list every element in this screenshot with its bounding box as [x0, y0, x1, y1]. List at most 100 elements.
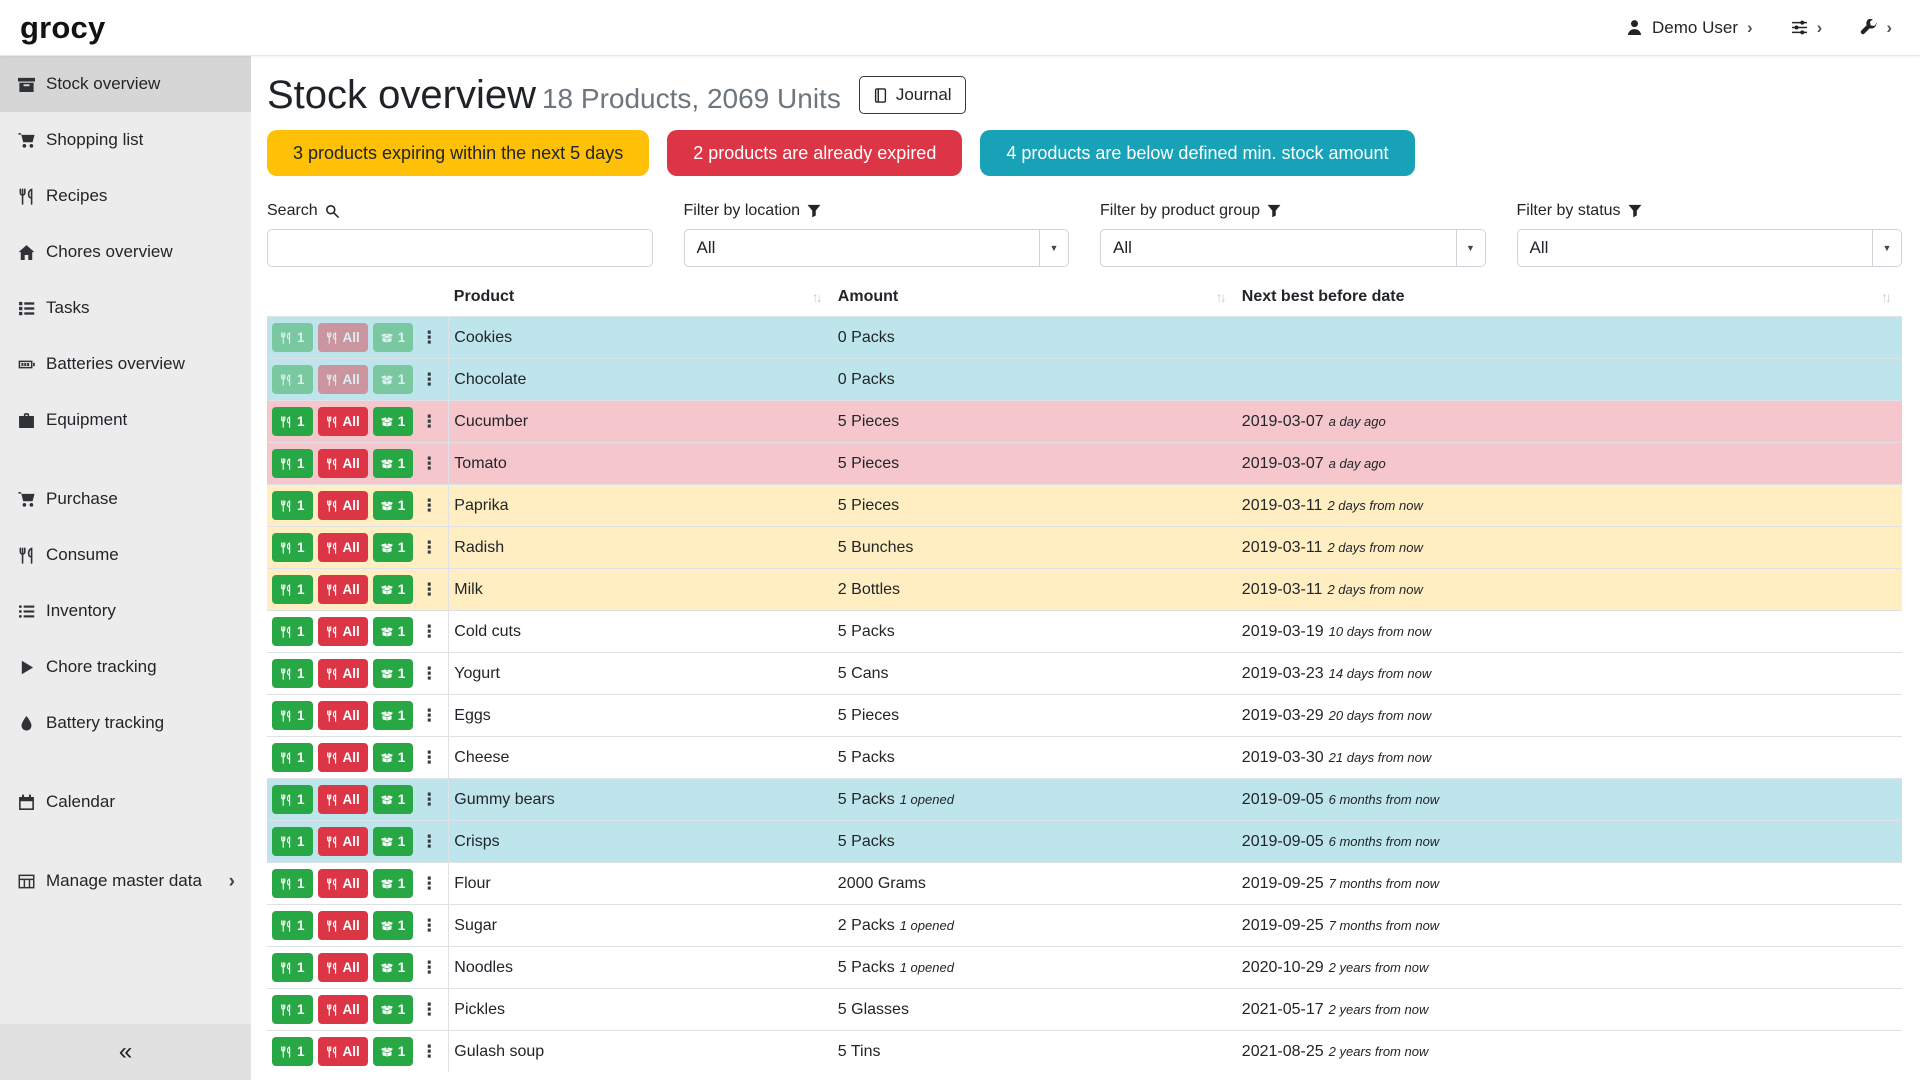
sidebar-item-inventory[interactable]: Inventory [0, 583, 251, 639]
consume-one-button[interactable]: 1 [272, 701, 313, 730]
sidebar-item-recipes[interactable]: Recipes [0, 168, 251, 224]
consume-one-button[interactable]: 1 [272, 785, 313, 814]
consume-one-button[interactable]: 1 [272, 659, 313, 688]
open-one-button[interactable]: 1 [373, 365, 414, 394]
location-filter-select[interactable]: All ▼ [684, 229, 1070, 267]
consume-all-button[interactable]: All [318, 323, 368, 352]
open-one-button[interactable]: 1 [373, 869, 414, 898]
consume-one-button[interactable]: 1 [272, 491, 313, 520]
settings-menu[interactable]: › [1791, 19, 1823, 36]
row-menu-button[interactable]: ⋮ [420, 659, 438, 688]
user-menu[interactable]: Demo User › [1626, 18, 1753, 38]
open-one-button[interactable]: 1 [373, 743, 414, 772]
row-menu-button[interactable]: ⋮ [420, 743, 438, 772]
consume-one-button[interactable]: 1 [272, 617, 313, 646]
open-one-button[interactable]: 1 [373, 575, 414, 604]
consume-one-button[interactable]: 1 [272, 743, 313, 772]
status-filter-select[interactable]: All ▼ [1517, 229, 1903, 267]
sidebar-item-purchase[interactable]: Purchase [0, 471, 251, 527]
consume-one-button[interactable]: 1 [272, 407, 313, 436]
consume-one-button[interactable]: 1 [272, 911, 313, 940]
sidebar-item-stock-overview[interactable]: Stock overview [0, 56, 251, 112]
consume-all-button[interactable]: All [318, 533, 368, 562]
journal-button[interactable]: Journal [859, 76, 966, 114]
open-one-button[interactable]: 1 [373, 407, 414, 436]
sidebar-item-shopping-list[interactable]: Shopping list [0, 112, 251, 168]
row-menu-button[interactable]: ⋮ [420, 911, 438, 940]
consume-all-button[interactable]: All [318, 953, 368, 982]
consume-all-button[interactable]: All [318, 491, 368, 520]
open-one-button[interactable]: 1 [373, 827, 414, 856]
row-menu-button[interactable]: ⋮ [420, 449, 438, 478]
row-menu-button[interactable]: ⋮ [420, 953, 438, 982]
sidebar-item-calendar[interactable]: Calendar [0, 774, 251, 830]
consume-one-button[interactable]: 1 [272, 323, 313, 352]
sidebar-item-manage-master-data[interactable]: Manage master data› [0, 853, 251, 909]
row-menu-button[interactable]: ⋮ [420, 701, 438, 730]
consume-one-button[interactable]: 1 [272, 995, 313, 1024]
row-menu-button[interactable]: ⋮ [420, 1037, 438, 1066]
open-one-button[interactable]: 1 [373, 449, 414, 478]
consume-one-button[interactable]: 1 [272, 575, 313, 604]
consume-one-button[interactable]: 1 [272, 533, 313, 562]
open-one-button[interactable]: 1 [373, 701, 414, 730]
row-menu-button[interactable]: ⋮ [420, 827, 438, 856]
consume-all-button[interactable]: All [318, 659, 368, 688]
open-one-button[interactable]: 1 [373, 785, 414, 814]
row-menu-button[interactable]: ⋮ [420, 995, 438, 1024]
consume-all-button[interactable]: All [318, 1037, 368, 1066]
row-menu-button[interactable]: ⋮ [420, 407, 438, 436]
row-menu-button[interactable]: ⋮ [420, 533, 438, 562]
open-one-button[interactable]: 1 [373, 953, 414, 982]
expired-products-pill[interactable]: 2 products are already expired [667, 130, 962, 176]
row-menu-button[interactable]: ⋮ [420, 323, 438, 352]
row-menu-button[interactable]: ⋮ [420, 575, 438, 604]
consume-one-button[interactable]: 1 [272, 869, 313, 898]
sidebar-item-equipment[interactable]: Equipment [0, 392, 251, 448]
consume-all-button[interactable]: All [318, 617, 368, 646]
consume-one-button[interactable]: 1 [272, 827, 313, 856]
sidebar-item-batteries-overview[interactable]: Batteries overview [0, 336, 251, 392]
sort-icon[interactable]: ↑↓ [812, 289, 823, 305]
consume-all-button[interactable]: All [318, 407, 368, 436]
row-menu-button[interactable]: ⋮ [420, 785, 438, 814]
consume-all-button[interactable]: All [318, 869, 368, 898]
consume-all-button[interactable]: All [318, 743, 368, 772]
product-group-filter-select[interactable]: All ▼ [1100, 229, 1486, 267]
open-one-button[interactable]: 1 [373, 533, 414, 562]
sidebar-item-chore-tracking[interactable]: Chore tracking [0, 639, 251, 695]
consume-all-button[interactable]: All [318, 827, 368, 856]
open-one-button[interactable]: 1 [373, 995, 414, 1024]
row-menu-button[interactable]: ⋮ [420, 365, 438, 394]
consume-one-button[interactable]: 1 [272, 953, 313, 982]
search-input[interactable] [267, 229, 653, 267]
sidebar-item-chores-overview[interactable]: Chores overview [0, 224, 251, 280]
consume-all-button[interactable]: All [318, 911, 368, 940]
open-one-button[interactable]: 1 [373, 1037, 414, 1066]
below-min-stock-pill[interactable]: 4 products are below defined min. stock … [980, 130, 1414, 176]
admin-menu[interactable]: › [1860, 19, 1892, 36]
consume-all-button[interactable]: All [318, 365, 368, 394]
open-one-button[interactable]: 1 [373, 323, 414, 352]
expiring-products-pill[interactable]: 3 products expiring within the next 5 da… [267, 130, 649, 176]
sidebar-collapse-button[interactable]: « [0, 1024, 251, 1080]
sidebar-item-battery-tracking[interactable]: Battery tracking [0, 695, 251, 751]
sidebar-item-consume[interactable]: Consume [0, 527, 251, 583]
grocy-logo[interactable]: grocy [20, 10, 105, 46]
open-one-button[interactable]: 1 [373, 659, 414, 688]
consume-all-button[interactable]: All [318, 785, 368, 814]
open-one-button[interactable]: 1 [373, 491, 414, 520]
consume-all-button[interactable]: All [318, 449, 368, 478]
consume-all-button[interactable]: All [318, 995, 368, 1024]
row-menu-button[interactable]: ⋮ [420, 869, 438, 898]
consume-all-button[interactable]: All [318, 701, 368, 730]
sidebar-item-tasks[interactable]: Tasks [0, 280, 251, 336]
row-menu-button[interactable]: ⋮ [420, 491, 438, 520]
open-one-button[interactable]: 1 [373, 911, 414, 940]
consume-one-button[interactable]: 1 [272, 1037, 313, 1066]
sort-icon[interactable]: ↑↓ [1881, 289, 1892, 305]
row-menu-button[interactable]: ⋮ [420, 617, 438, 646]
open-one-button[interactable]: 1 [373, 617, 414, 646]
consume-one-button[interactable]: 1 [272, 449, 313, 478]
sort-icon[interactable]: ↑↓ [1216, 289, 1227, 305]
